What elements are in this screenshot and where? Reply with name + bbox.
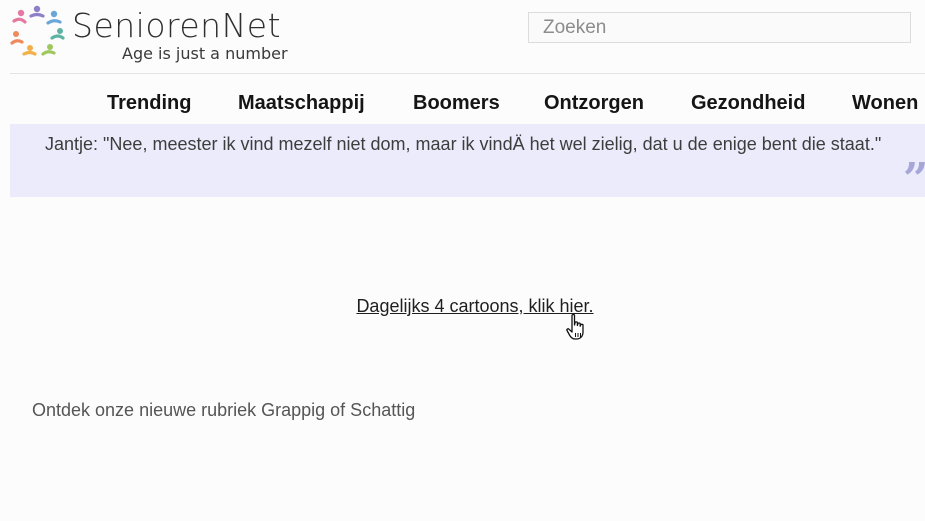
joke-quote: Jantje: "Nee, meester ik vind mezelf nie… <box>10 124 925 202</box>
nav-item-gezondheid[interactable]: Gezondheid <box>691 92 805 115</box>
logo-name: SeniorenNet <box>72 6 282 45</box>
logo-tagline: Age is just a number <box>122 44 288 63</box>
hand-pointer-icon <box>566 313 584 340</box>
site-logo[interactable]: SeniorenNet Age is just a number <box>10 2 300 64</box>
seniorennet-logo-icon <box>10 5 65 56</box>
nav-item-boomers[interactable]: Boomers <box>413 92 500 115</box>
nav-item-ontzorgen[interactable]: Ontzorgen <box>544 92 644 115</box>
search-input[interactable] <box>528 12 911 43</box>
nav-item-maatschappij[interactable]: Maatschappij <box>238 92 365 115</box>
nav-item-trending[interactable]: Trending <box>107 92 191 115</box>
quote-text: Jantje: "Nee, meester ik vind mezelf nie… <box>45 134 882 154</box>
quote-mark-icon: ” <box>903 158 925 202</box>
promo-text: Ontdek onze nieuwe rubriek Grappig of Sc… <box>32 400 416 420</box>
cartoons-link[interactable]: Dagelijks 4 cartoons, klik hier. <box>0 296 925 317</box>
page: SeniorenNet Age is just a number Trendin… <box>0 0 925 521</box>
main-nav: Trending Maatschappij Boomers Ontzorgen … <box>0 86 925 122</box>
nav-item-wonen[interactable]: Wonen <box>852 92 918 115</box>
site-header: SeniorenNet Age is just a number <box>10 0 925 74</box>
